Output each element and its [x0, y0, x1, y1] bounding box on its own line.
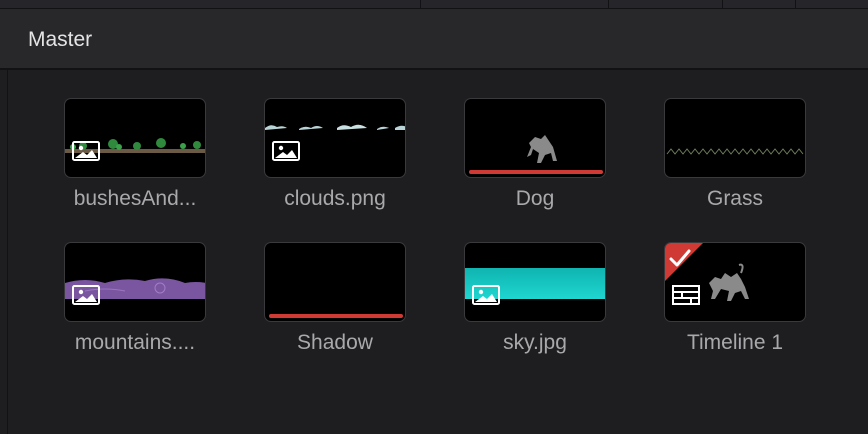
clip-label: Timeline 1 — [686, 331, 784, 354]
mountains-thumbnail-image — [65, 278, 205, 299]
clip-label: bushesAnd... — [73, 187, 197, 210]
image-icon — [72, 141, 100, 161]
clouds-thumbnail-image — [265, 124, 405, 130]
clip-label: clouds.png — [284, 187, 386, 210]
clip-thumbnail-sky[interactable] — [464, 242, 606, 322]
clip-thumbnail-timeline[interactable] — [664, 242, 806, 322]
clip-label: sky.jpg — [503, 331, 567, 354]
timeline-icon — [672, 285, 700, 305]
clip-label: Dog — [515, 187, 555, 210]
image-icon — [472, 285, 500, 305]
image-icon — [72, 285, 100, 305]
clip-thumbnail-clouds[interactable] — [264, 98, 406, 178]
clip-label: mountains.... — [74, 331, 196, 354]
panel-divider — [7, 70, 8, 434]
timeline-thumbnail-image — [665, 243, 749, 301]
clip-thumbnail-mountains[interactable] — [64, 242, 206, 322]
image-icon — [272, 141, 300, 161]
dog-thumbnail-image — [527, 135, 557, 163]
grass-thumbnail-image — [666, 148, 804, 155]
clip-thumbnail-shadow[interactable] — [264, 242, 406, 322]
video-duration-bar — [469, 170, 603, 174]
bin-header: Master — [0, 9, 868, 70]
clip-label: Grass — [706, 187, 763, 210]
top-toolbar-strip — [0, 0, 868, 9]
clip-thumbnail-grass[interactable] — [664, 98, 806, 178]
clip-label: Shadow — [297, 331, 373, 354]
clip-thumbnail-bushes[interactable] — [64, 98, 206, 178]
clip-thumbnail-dog[interactable] — [464, 98, 606, 178]
sky-thumbnail-image — [465, 268, 605, 299]
bin-title: Master — [28, 28, 93, 51]
bushes-thumbnail-image — [65, 138, 205, 153]
video-duration-bar — [269, 314, 403, 318]
